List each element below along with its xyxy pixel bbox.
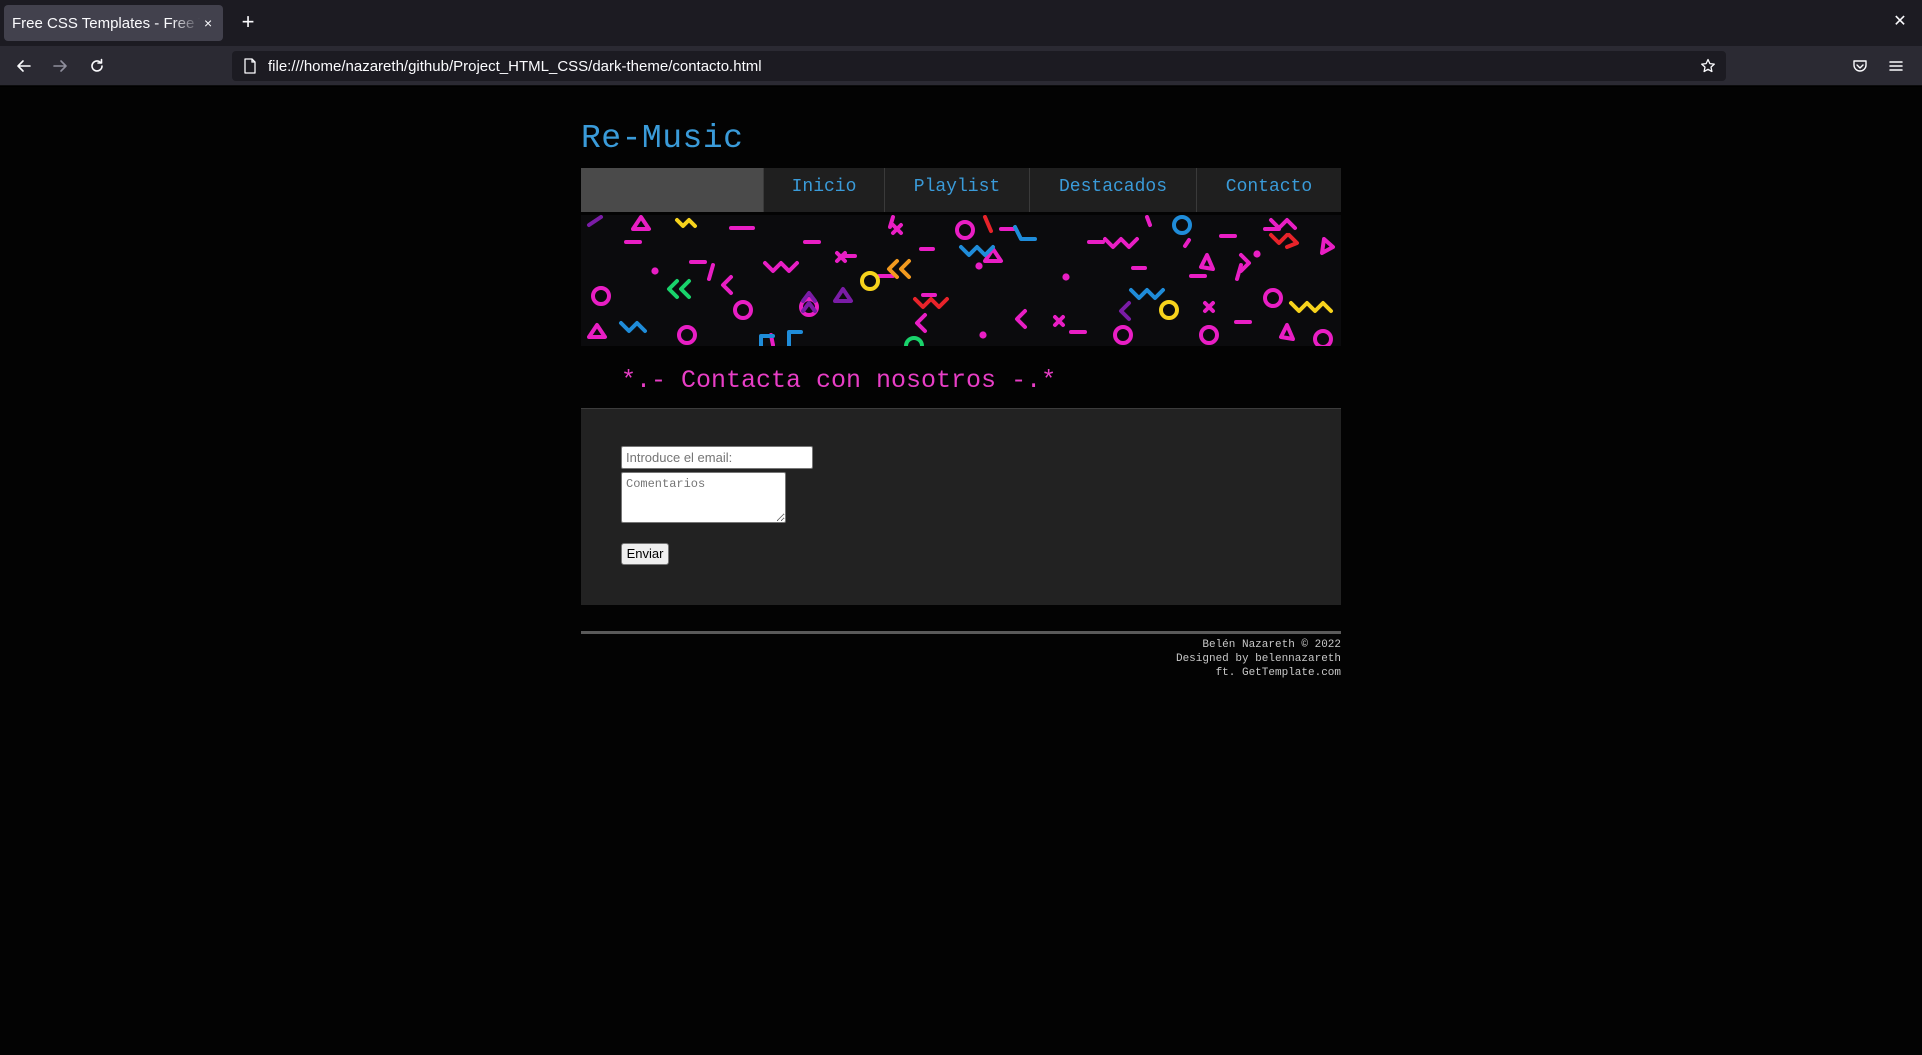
footer-copyright: Belén Nazareth © 2022	[1202, 639, 1341, 651]
email-field[interactable]	[621, 446, 813, 469]
url-text[interactable]: file:///home/nazareth/github/Project_HTM…	[268, 58, 762, 75]
navigation-toolbar: file:///home/nazareth/github/Project_HTM…	[0, 46, 1922, 86]
footer-designer: Designed by belennazareth	[1175, 653, 1341, 665]
footer-template-credit: ft. GetTemplate.com	[1215, 667, 1341, 679]
address-bar[interactable]: file:///home/nazareth/github/Project_HTM…	[232, 51, 1726, 81]
tab-title: Free CSS Templates - Free Templates	[12, 14, 200, 32]
forward-arrow-icon[interactable]	[48, 54, 72, 78]
pocket-icon[interactable]	[1848, 54, 1872, 78]
menu-spacer	[581, 168, 763, 212]
active-tab[interactable]: Free CSS Templates - Free Templates ×	[4, 5, 223, 41]
page-icon	[242, 58, 258, 74]
confetti-pattern	[587, 215, 1335, 346]
menu-item-playlist[interactable]: Playlist	[884, 168, 1029, 212]
tab-strip: Free CSS Templates - Free Templates × + …	[0, 0, 1922, 46]
page-heading: *.- Contacta con nosotros -.*	[621, 366, 1057, 395]
comments-field[interactable]	[621, 472, 786, 523]
bookmark-star-icon[interactable]	[1698, 56, 1718, 76]
tab-close-icon[interactable]: ×	[204, 15, 212, 31]
window-close-button[interactable]: ✕	[1888, 10, 1912, 34]
reload-icon[interactable]	[85, 54, 109, 78]
site-logo[interactable]: Re-Music	[581, 120, 743, 157]
hamburger-menu-icon[interactable]	[1884, 54, 1908, 78]
footer-divider	[581, 631, 1341, 634]
menu-item-destacados[interactable]: Destacados	[1029, 168, 1196, 212]
new-tab-button[interactable]: +	[236, 10, 260, 34]
back-arrow-icon[interactable]	[12, 54, 36, 78]
footer: Belén Nazareth © 2022 Designed by belenn…	[581, 638, 1341, 680]
menu-item-contacto[interactable]: Contacto	[1196, 168, 1341, 212]
main-menu: Inicio Playlist Destacados Contacto	[581, 168, 1341, 212]
banner-image	[581, 215, 1341, 346]
menu-item-inicio[interactable]: Inicio	[763, 168, 884, 212]
contact-form: Enviar	[581, 408, 1341, 605]
page-viewport: Re-Music Inicio Playlist Destacados Cont…	[0, 87, 1922, 1055]
send-button[interactable]: Enviar	[621, 543, 669, 565]
